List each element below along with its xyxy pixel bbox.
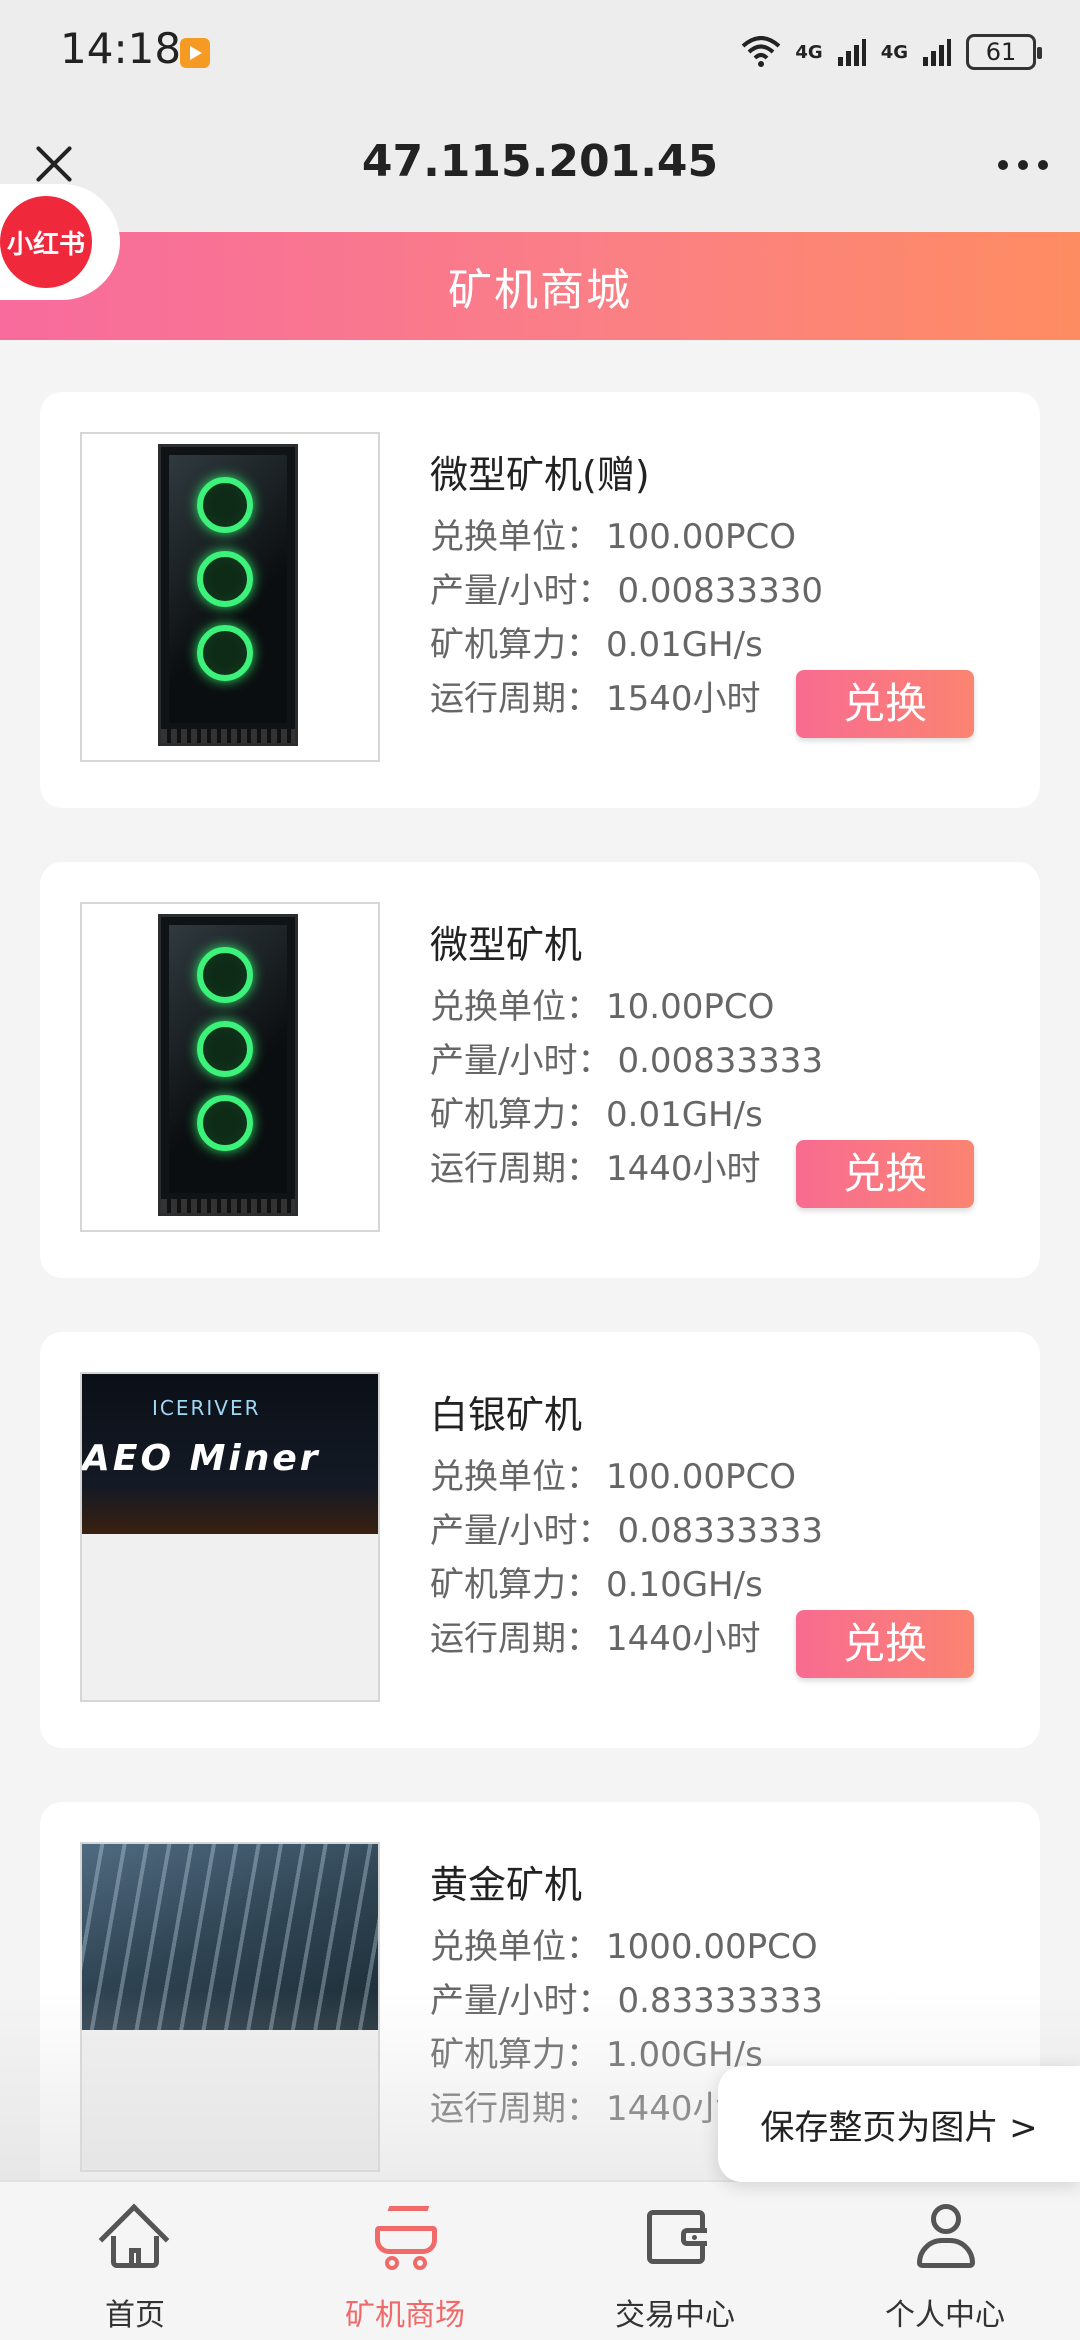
page-url-title: 47.115.201.45	[361, 136, 719, 187]
output-per-hour-row: 产量/小时： 0.00833330	[430, 571, 823, 611]
xiaohongshu-badge[interactable]: 小红书	[0, 184, 120, 300]
hash-rate-row: 矿机算力： 0.01GH/s	[430, 625, 763, 665]
battery-icon: 61	[966, 34, 1042, 70]
tab-home[interactable]: 首页	[0, 2182, 270, 2340]
pc-case-image	[158, 914, 298, 1216]
output-per-hour-row: 产量/小时： 0.83333333	[430, 1981, 823, 2021]
exchange-unit-row: 兑换单位： 1000.00PCO	[430, 1927, 818, 1967]
tab-label: 首页	[105, 2298, 165, 2333]
home-icon	[98, 2202, 170, 2275]
user-icon	[911, 2202, 979, 2270]
wifi-icon	[742, 36, 781, 67]
wallet-icon	[641, 2202, 709, 2270]
output-per-hour-row: 产量/小时： 0.00833333	[430, 1041, 823, 1081]
network-type-1: 4G	[795, 41, 823, 63]
page-header: 矿机商城	[0, 232, 1080, 340]
product-image	[80, 1842, 380, 2172]
output-per-hour-row: 产量/小时： 0.08333333	[430, 1511, 823, 1551]
exchange-button[interactable]: 兑换	[796, 670, 974, 738]
exchange-button[interactable]: 兑换	[796, 1140, 974, 1208]
tab-personal-center[interactable]: 个人中心	[810, 2182, 1080, 2340]
save-page-as-image-button[interactable]: 保存整页为图片 >	[718, 2066, 1080, 2182]
mining-cart-icon	[371, 2202, 439, 2270]
product-image	[80, 902, 380, 1232]
hash-rate-row: 矿机算力： 0.01GH/s	[430, 1095, 763, 1135]
status-indicators: 4G 4G 61	[741, 30, 1042, 74]
iceriver-banner-image: ICERIVER AEO Miner	[82, 1374, 378, 1534]
tab-label: 矿机商场	[345, 2298, 465, 2333]
product-image: ICERIVER AEO Miner	[80, 1372, 380, 1702]
tab-label: 交易中心	[615, 2298, 735, 2333]
product-card: 微型矿机(赠) 兑换单位： 100.00PCO 产量/小时： 0.00833330 …	[40, 392, 1040, 808]
exchange-unit-row: 兑换单位： 100.00PCO	[430, 517, 796, 557]
battery-level: 61	[985, 38, 1017, 66]
browser-nav-bar: 47.115.201.45	[0, 100, 1080, 232]
exchange-button[interactable]: 兑换	[796, 1610, 974, 1678]
page-title: 矿机商城	[448, 265, 632, 316]
product-name: 白银矿机	[430, 1393, 583, 1437]
xiaohongshu-logo: 小红书	[0, 196, 92, 288]
product-card: ICERIVER AEO Miner 白银矿机 兑换单位： 100.00PCO 产…	[40, 1332, 1040, 1748]
tab-mining-market[interactable]: 矿机商场	[270, 2182, 540, 2340]
hash-rate-row: 矿机算力： 0.10GH/s	[430, 1565, 763, 1605]
more-options-icon[interactable]	[998, 160, 1048, 170]
mining-rig-image	[82, 1844, 378, 2030]
signal-icon	[923, 39, 951, 66]
product-name: 微型矿机	[430, 923, 583, 967]
product-name: 黄金矿机	[430, 1863, 583, 1907]
status-time: 14:18	[60, 24, 182, 73]
exchange-unit-row: 兑换单位： 100.00PCO	[430, 1457, 796, 1497]
pc-case-image	[158, 444, 298, 746]
status-bar: 14:18 4G 4G 61	[0, 0, 1080, 100]
product-card: 微型矿机 兑换单位： 10.00PCO 产量/小时： 0.00833333 矿机算力…	[40, 862, 1040, 1278]
tab-trading-center[interactable]: 交易中心	[540, 2182, 810, 2340]
video-app-icon	[180, 38, 210, 68]
bottom-tab-bar: 首页 矿机商场 交易中心 个人中心	[0, 2180, 1080, 2340]
tab-label: 个人中心	[885, 2298, 1005, 2333]
network-type-2: 4G	[880, 41, 908, 63]
signal-icon	[837, 39, 866, 66]
product-image	[80, 432, 380, 762]
exchange-unit-row: 兑换单位： 10.00PCO	[430, 987, 775, 1027]
product-name: 微型矿机(赠)	[430, 453, 650, 497]
